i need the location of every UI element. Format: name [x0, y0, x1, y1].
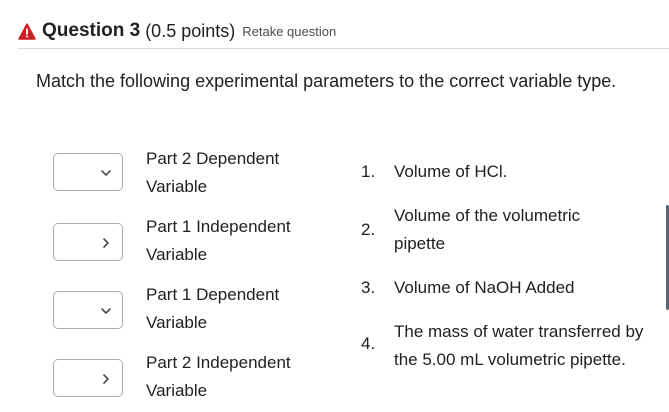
chevron-down-icon: [101, 170, 111, 176]
choice-3-number: 3.: [361, 278, 376, 297]
choice-4: 4. The mass of water transferred by the …: [361, 318, 656, 374]
question-title: Question 3: [42, 20, 141, 41]
choice-2-text: Volume of the volumetric pipette: [394, 206, 581, 253]
choice-4-text: The mass of water transferred by the 5.0…: [394, 322, 644, 369]
match-select-1[interactable]: [53, 153, 123, 191]
chevron-down-icon: [101, 308, 111, 314]
choice-3-text: Volume of NaOH Added: [394, 278, 575, 297]
match-select-2[interactable]: [53, 223, 123, 261]
choice-4-number: 4.: [361, 334, 376, 353]
match-item-3-line1: Part 1 Dependent: [146, 285, 280, 304]
chevron-down-icon: [103, 374, 109, 384]
match-item-4-line2: Variable: [146, 381, 208, 400]
match-item-4: Part 2 Independent Variable: [146, 349, 336, 405]
match-item-1: Part 2 Dependent Variable: [146, 145, 336, 201]
choice-2: 2. Volume of the volumetric pipette: [361, 202, 624, 258]
choice-1-number: 1.: [361, 162, 376, 181]
match-item-3: Part 1 Dependent Variable: [146, 281, 336, 337]
warning-triangle-icon: [18, 22, 36, 40]
match-item-2-line1: Part 1 Independent: [146, 217, 291, 236]
choice-1-text: Volume of HCl.: [394, 162, 508, 181]
question-points: (0.5 points): [145, 20, 236, 41]
header-divider: [18, 48, 669, 49]
match-select-4[interactable]: [53, 359, 123, 397]
choice-3: 3. Volume of NaOH Added: [361, 274, 664, 302]
match-select-3[interactable]: [53, 291, 123, 329]
question-prompt: Match the following experimental paramet…: [36, 71, 617, 91]
match-item-1-line2: Variable: [146, 177, 208, 196]
match-item-3-line2: Variable: [146, 313, 208, 332]
choice-2-number: 2.: [361, 220, 376, 239]
match-item-4-line1: Part 2 Independent: [146, 353, 291, 372]
question-page: Question 3 (0.5 points) Retake question …: [0, 0, 669, 412]
match-item-2-line2: Variable: [146, 245, 208, 264]
choice-1: 1. Volume of HCl.: [361, 158, 664, 186]
match-item-1-line1: Part 2 Dependent: [146, 149, 280, 168]
question-header: Question 3 (0.5 points) Retake question: [18, 20, 336, 42]
chevron-down-icon: [103, 238, 109, 248]
retake-question-label: Retake question: [242, 23, 337, 39]
match-item-2: Part 1 Independent Variable: [146, 213, 336, 269]
